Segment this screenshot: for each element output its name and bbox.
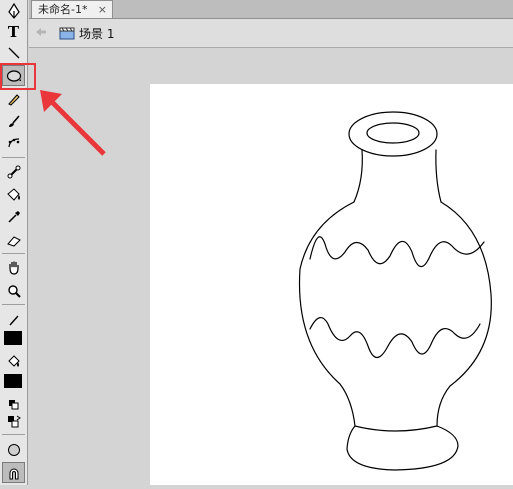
scene-label[interactable]: 场景 1 bbox=[79, 25, 114, 42]
vase-rim-outer bbox=[348, 111, 438, 157]
scene-clapper-icon bbox=[59, 27, 75, 40]
annotation-arrow-icon bbox=[40, 90, 106, 156]
text-tool[interactable]: T bbox=[2, 21, 25, 42]
stroke-color-tool[interactable] bbox=[2, 309, 25, 330]
back-arrow-icon[interactable] bbox=[35, 27, 47, 37]
document-tab-title: 未命名-1* bbox=[38, 3, 88, 16]
vase-upper-wave bbox=[309, 236, 485, 268]
eraser-tool[interactable] bbox=[2, 230, 25, 251]
eraser-icon bbox=[6, 235, 21, 247]
stroke-color-swatch[interactable] bbox=[4, 331, 22, 345]
text-tool-glyph: T bbox=[7, 22, 20, 41]
pencil-tool[interactable] bbox=[2, 88, 25, 109]
hand-icon bbox=[8, 261, 19, 275]
toolbar-divider bbox=[2, 253, 25, 254]
paint-bucket-icon bbox=[7, 354, 20, 367]
swap-colors-button[interactable] bbox=[2, 411, 25, 432]
deco-icon bbox=[7, 137, 19, 147]
line-icon bbox=[8, 47, 19, 58]
fill-color-swatch[interactable] bbox=[4, 374, 22, 388]
vase-rim-inner bbox=[366, 122, 420, 144]
vase-base-rim bbox=[354, 425, 438, 432]
vase-body-right bbox=[436, 201, 492, 427]
pen-icon bbox=[7, 2, 20, 19]
hand-tool[interactable] bbox=[2, 257, 25, 278]
edit-bar: 场景 1 bbox=[29, 19, 513, 48]
snap-to-objects-toggle[interactable] bbox=[2, 462, 25, 483]
document-tab[interactable]: 未命名-1* × bbox=[31, 0, 113, 18]
swap-colors-icon bbox=[7, 415, 21, 427]
zoom-icon bbox=[7, 284, 21, 298]
object-drawing-toggle[interactable] bbox=[2, 439, 25, 460]
eyedropper-icon bbox=[7, 210, 20, 223]
brush-icon bbox=[8, 114, 20, 127]
eyedropper-tool[interactable] bbox=[2, 206, 25, 227]
paint-bucket-icon bbox=[6, 187, 20, 201]
vase-lower-wave bbox=[309, 317, 481, 359]
object-drawing-icon bbox=[7, 443, 20, 456]
deco-tool[interactable] bbox=[2, 132, 25, 153]
brush-tool[interactable] bbox=[2, 110, 25, 131]
fill-color-tool[interactable] bbox=[2, 351, 25, 372]
vase-drawing bbox=[298, 111, 492, 471]
bone-tool[interactable] bbox=[2, 161, 25, 182]
toolbar-divider bbox=[2, 157, 25, 158]
toolbar-divider bbox=[2, 434, 25, 435]
close-tab-icon[interactable]: × bbox=[98, 1, 107, 18]
document-tab-bar: 未命名-1* × bbox=[29, 0, 513, 19]
vase-neck-right bbox=[435, 149, 442, 203]
pencil-icon bbox=[8, 315, 19, 325]
vase-neck-left bbox=[353, 149, 363, 203]
zoom-tool[interactable] bbox=[2, 280, 25, 301]
toolbar-divider bbox=[2, 304, 25, 305]
vase-base bbox=[346, 425, 459, 471]
paint-bucket-tool[interactable] bbox=[2, 184, 25, 205]
magnet-icon bbox=[9, 468, 18, 479]
default-colors-icon bbox=[8, 399, 18, 409]
line-tool[interactable] bbox=[2, 42, 25, 63]
pencil-icon bbox=[7, 93, 20, 106]
vase-body-left bbox=[298, 201, 356, 427]
annotation-highlight-box bbox=[0, 63, 36, 90]
pen-tool[interactable] bbox=[2, 0, 25, 21]
bone-icon bbox=[7, 165, 20, 178]
stage[interactable] bbox=[150, 84, 513, 485]
